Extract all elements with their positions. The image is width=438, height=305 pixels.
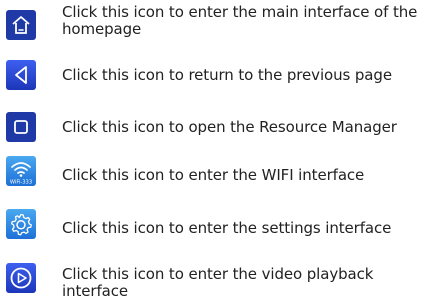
list-item: Click this icon to open the Resource Man… bbox=[0, 108, 438, 148]
wifi-icon[interactable]: WiFi-333 bbox=[6, 156, 36, 186]
item-description: Click this icon to enter the video playb… bbox=[62, 265, 374, 300]
item-description: Click this icon to enter the main interf… bbox=[62, 3, 418, 38]
list-item: Click this icon to enter the settings in… bbox=[0, 204, 438, 248]
home-icon[interactable] bbox=[6, 10, 36, 40]
list-item: Click this icon to enter the video playb… bbox=[0, 258, 438, 304]
list-item: Click this icon to return to the previou… bbox=[0, 56, 438, 96]
list-item: Click this icon to enter the main interf… bbox=[0, 4, 438, 46]
item-description: Click this icon to enter the settings in… bbox=[62, 219, 392, 237]
wifi-badge-text: WiFi-333 bbox=[10, 180, 32, 186]
item-description: Click this icon to return to the previou… bbox=[62, 66, 392, 84]
list-item: WiFi-333 Click this icon to enter the WI… bbox=[0, 152, 438, 196]
back-icon[interactable] bbox=[6, 60, 36, 90]
gear-icon[interactable] bbox=[6, 209, 36, 239]
item-description: Click this icon to enter the WIFI interf… bbox=[62, 166, 365, 184]
square-icon[interactable] bbox=[6, 112, 36, 142]
play-icon[interactable] bbox=[6, 263, 36, 293]
item-description: Click this icon to open the Resource Man… bbox=[62, 118, 397, 136]
